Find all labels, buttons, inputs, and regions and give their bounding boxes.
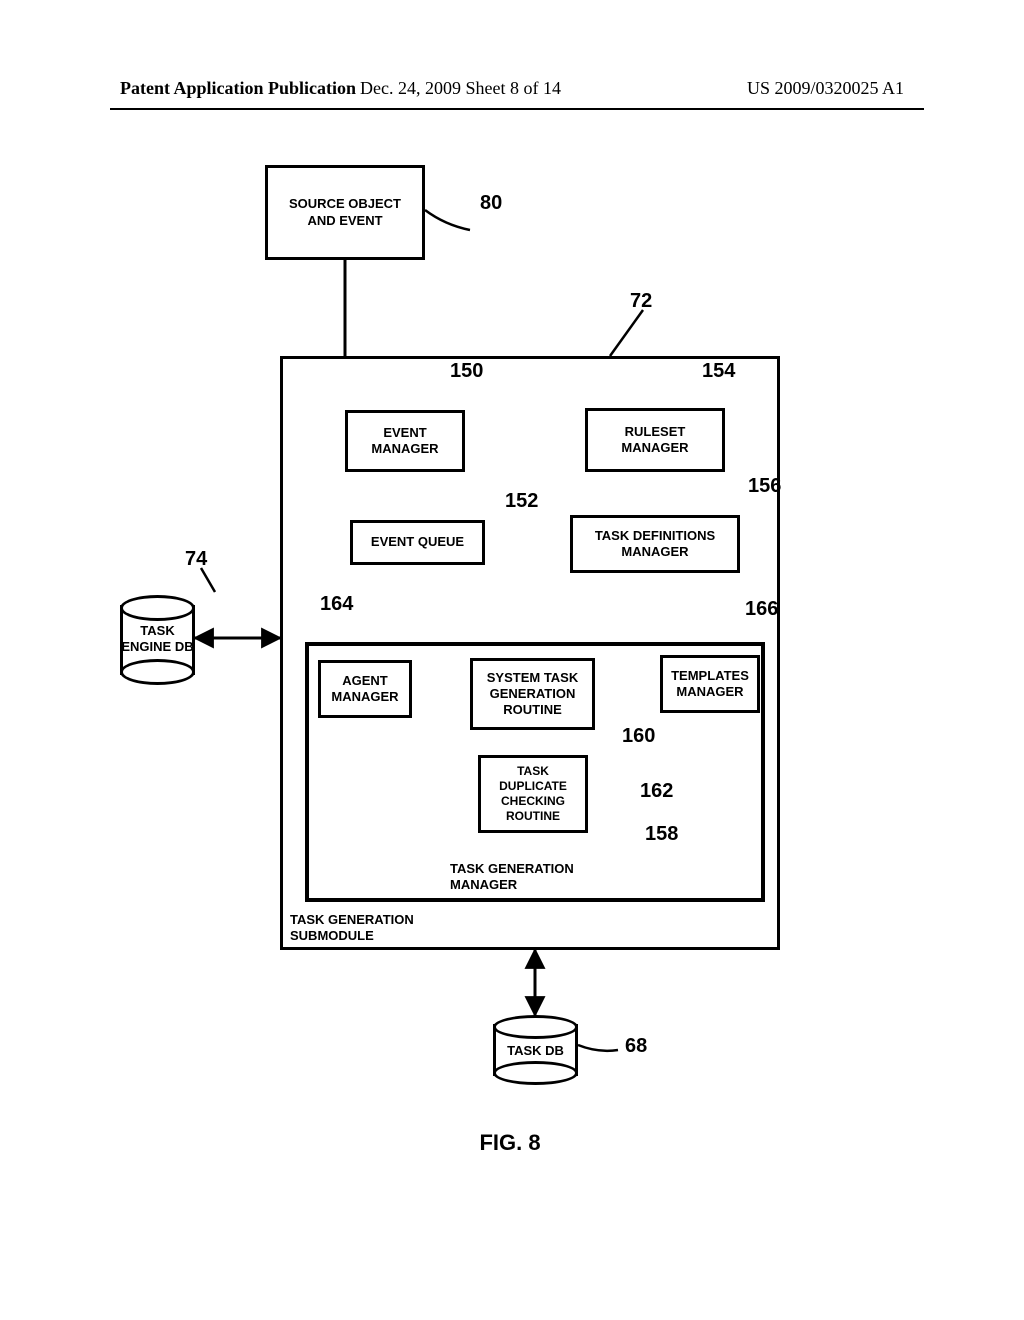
box-event-manager: EVENT MANAGER [345,410,465,472]
event-queue-label: EVENT QUEUE [371,534,464,550]
task-dup-label: TASK DUPLICATE CHECKING ROUTINE [499,764,567,824]
sys-task-gen-label: SYSTEM TASK GENERATION ROUTINE [487,670,579,719]
cylinder-task-db: TASK DB [493,1015,578,1085]
ref-72: 72 [630,290,652,313]
box-ruleset-manager: RULESET MANAGER [585,408,725,472]
page-header: Patent Application Publication Dec. 24, … [0,78,1024,109]
task-gen-mgr-label-box: TASK GENERATION MANAGER [450,860,630,894]
figure-caption: FIG. 8 [150,1130,870,1156]
box-system-task-generation-routine: SYSTEM TASK GENERATION ROUTINE [470,658,595,730]
page: Patent Application Publication Dec. 24, … [0,0,1024,1320]
ref-156: 156 [748,475,781,498]
ref-166: 166 [745,598,778,621]
box-event-queue: EVENT QUEUE [350,520,485,565]
ref-162: 162 [640,780,673,803]
box-templates-manager: TEMPLATES MANAGER [660,655,760,713]
header-right: US 2009/0320025 A1 [747,78,904,99]
box-task-duplicate-checking-routine: TASK DUPLICATE CHECKING ROUTINE [478,755,588,833]
ref-152: 152 [505,490,538,513]
submodule-label: TASK GENERATION SUBMODULE [290,912,414,945]
ruleset-manager-label: RULESET MANAGER [621,424,688,457]
ref-158: 158 [645,823,678,846]
box-task-definitions-manager: TASK DEFINITIONS MANAGER [570,515,740,573]
header-left: Patent Application Publication [120,78,356,99]
task-db-label: TASK DB [493,1043,578,1059]
ref-68: 68 [625,1035,647,1058]
box-agent-manager: AGENT MANAGER [318,660,412,718]
cylinder-task-engine-db: TASK ENGINE DB [120,595,195,685]
header-mid: Dec. 24, 2009 Sheet 8 of 14 [360,78,561,99]
header-rule [110,108,924,110]
agent-mgr-label: AGENT MANAGER [331,673,398,706]
box-source-label: SOURCE OBJECT AND EVENT [289,196,401,229]
ref-80: 80 [480,192,502,215]
task-gen-mgr-label: TASK GENERATION MANAGER [450,861,574,894]
diagram-canvas: SOURCE OBJECT AND EVENT 80 72 EVENT MANA… [150,160,870,1140]
ref-74: 74 [185,548,207,571]
task-def-mgr-label: TASK DEFINITIONS MANAGER [595,528,715,561]
ref-154: 154 [702,360,735,383]
templates-mgr-label: TEMPLATES MANAGER [671,668,749,701]
ref-150: 150 [450,360,483,383]
ref-160: 160 [622,725,655,748]
submodule-label-box: TASK GENERATION SUBMODULE [290,912,460,944]
event-manager-label: EVENT MANAGER [371,425,438,458]
box-source-object-event: SOURCE OBJECT AND EVENT [265,165,425,260]
ref-164: 164 [320,593,353,616]
task-engine-db-label: TASK ENGINE DB [120,623,195,654]
